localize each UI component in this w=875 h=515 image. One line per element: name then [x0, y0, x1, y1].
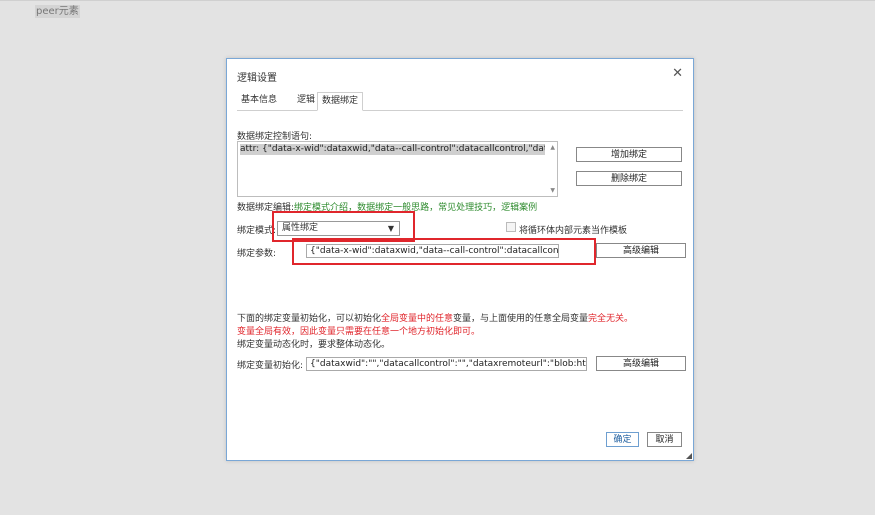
confirm-button[interactable]: 确定 — [606, 432, 639, 447]
tab-basic-info[interactable]: 基本信息 — [237, 92, 281, 109]
advanced-edit-button[interactable]: 高级编辑 — [596, 243, 686, 258]
top-rule — [0, 0, 875, 1]
dialog-title: 逻辑设置 — [237, 73, 277, 84]
loop-template-label: 将循环体内部元素当作模板 — [519, 226, 628, 236]
param-highlight-box — [292, 238, 596, 265]
init-variable-input[interactable]: {"dataxwid":"","datacallcontrol":"","dat… — [306, 357, 587, 371]
tab-logic[interactable]: 逻辑 — [293, 92, 319, 109]
close-icon[interactable]: ✕ — [672, 66, 683, 81]
loop-template-checkbox[interactable] — [506, 222, 516, 232]
scroll-up-icon[interactable]: ▲ — [550, 144, 555, 151]
init-variable-label: 绑定变量初始化: — [237, 361, 304, 371]
peer-element-label[interactable]: peer元素 — [35, 5, 80, 18]
binding-mode-label: 绑定模式: — [237, 226, 277, 236]
resize-grip-icon[interactable] — [686, 453, 692, 459]
init-description-line-1: 下面的绑定变量初始化，可以初始化全局变量中的任意变量，与上面使用的任意全局变量完… — [237, 314, 634, 324]
binding-param-label: 绑定参数: — [237, 249, 277, 259]
logic-settings-dialog: 逻辑设置 ✕ 基本信息 逻辑 数据绑定 数据绑定控制语句: attr: {"da… — [226, 58, 694, 461]
init-description-line-2: 变量全局有效，因此变量只需要在任意一个地方初始化即可。 — [237, 327, 481, 337]
cancel-button[interactable]: 取消 — [647, 432, 682, 447]
delete-binding-button[interactable]: 删除绑定 — [576, 171, 682, 186]
advanced-edit-button-2[interactable]: 高级编辑 — [596, 356, 686, 371]
tab-data-binding[interactable]: 数据绑定 — [317, 92, 364, 111]
add-binding-button[interactable]: 增加绑定 — [576, 147, 682, 162]
tab-bar: 基本信息 逻辑 数据绑定 — [237, 92, 683, 111]
link-logic-cases[interactable]: 逻辑案例 — [501, 203, 537, 213]
link-common-tips[interactable]: 常见处理技巧 — [438, 203, 492, 213]
binding-control-textarea[interactable]: attr: {"data-x-wid":dataxwid,"data--call… — [237, 141, 558, 197]
init-description-line-3: 绑定变量动态化时，要求整体动态化。 — [237, 340, 391, 350]
binding-control-selected-line[interactable]: attr: {"data-x-wid":dataxwid,"data--call… — [240, 144, 545, 155]
scroll-down-icon[interactable]: ▼ — [550, 187, 555, 194]
